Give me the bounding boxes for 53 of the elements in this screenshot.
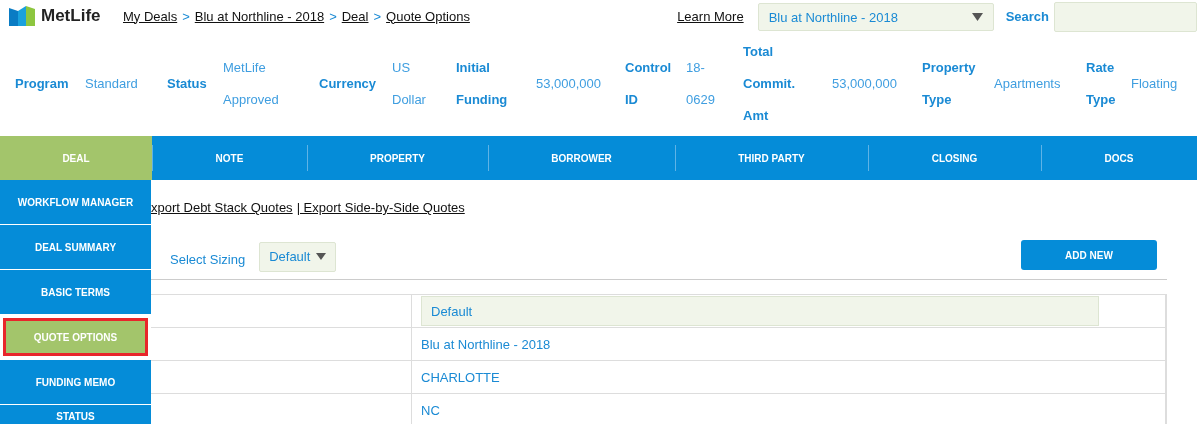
sidebar-item[interactable]: FUNDING MEMO	[0, 360, 151, 404]
summary-value: 53,000,000	[536, 75, 602, 93]
summary-label: Initial Funding	[456, 59, 508, 109]
sizing-select[interactable]: Default	[259, 241, 337, 272]
export-link[interactable]: xport Debt Stack Quotes	[151, 200, 293, 240]
table-cell: Blu at Northline - 2018	[421, 336, 551, 352]
nav-tab[interactable]: PROPERTY	[307, 136, 488, 180]
sidebar-item[interactable]: BASIC TERMS	[0, 270, 151, 314]
summary-value: Standard	[85, 75, 138, 93]
column-header: Default	[421, 296, 1099, 326]
nav-tab[interactable]: DOCS	[1041, 136, 1197, 180]
nav-tab[interactable]: BORROWER	[488, 136, 675, 180]
nav-tab[interactable]: CLOSING	[868, 136, 1041, 180]
summary-label: Currency	[319, 75, 377, 93]
summary-value: MetLife Approved	[223, 59, 279, 109]
nav-tab[interactable]: DEAL	[0, 136, 152, 180]
logo-icon	[9, 6, 35, 26]
summary-label: Program	[15, 75, 69, 93]
breadcrumb-link[interactable]: Quote Options	[386, 8, 470, 24]
nav-tab[interactable]: THIRD PARTY	[675, 136, 868, 180]
breadcrumb-link[interactable]: Blu at Northline - 2018	[194, 8, 325, 24]
breadcrumb-link[interactable]: My Deals	[123, 8, 178, 24]
summary-label: Control ID	[625, 59, 672, 109]
sidebar-item[interactable]: QUOTE OPTIONS	[3, 318, 148, 356]
export-link[interactable]: | Export Side-by-Side Quotes	[296, 200, 465, 240]
table-cell: NC	[421, 402, 440, 418]
nav-tab[interactable]: NOTE	[152, 136, 307, 180]
summary-label: Total Commit. Amt	[743, 43, 795, 125]
breadcrumb-link[interactable]: Deal	[341, 8, 369, 24]
table-cell: CHARLOTTE	[421, 369, 500, 385]
logo-text: MetLife	[41, 6, 101, 26]
summary-value: Floating	[1131, 75, 1178, 93]
search-label: Search	[1005, 8, 1049, 24]
breadcrumb-separator: >	[373, 8, 382, 24]
summary-value: 18-0629	[686, 59, 715, 109]
summary-value: Apartments	[994, 75, 1061, 93]
breadcrumb-separator: >	[329, 8, 337, 24]
summary-value: 53,000,000	[832, 75, 898, 93]
sizing-label: Select Sizing	[170, 252, 246, 267]
learn-more-link[interactable]: Learn More	[677, 8, 744, 24]
add-new-button[interactable]: ADD NEW	[1021, 240, 1157, 270]
sidebar-item[interactable]: WORKFLOW MANAGER	[0, 180, 151, 224]
caret-icon	[971, 13, 983, 21]
breadcrumb-separator: >	[182, 8, 190, 24]
summary-label: Status	[167, 75, 207, 93]
caret-icon	[316, 253, 327, 260]
deal-select[interactable]: Blu at Northline - 2018	[757, 3, 994, 31]
sidebar-item[interactable]: STATUS	[0, 405, 151, 424]
summary-label: Rate Type	[1086, 59, 1116, 109]
sidebar-item[interactable]: DEAL SUMMARY	[0, 225, 151, 269]
search-field[interactable]	[1054, 2, 1197, 32]
summary-label: Property Type	[922, 59, 976, 109]
summary-value: US Dollar	[392, 59, 426, 109]
